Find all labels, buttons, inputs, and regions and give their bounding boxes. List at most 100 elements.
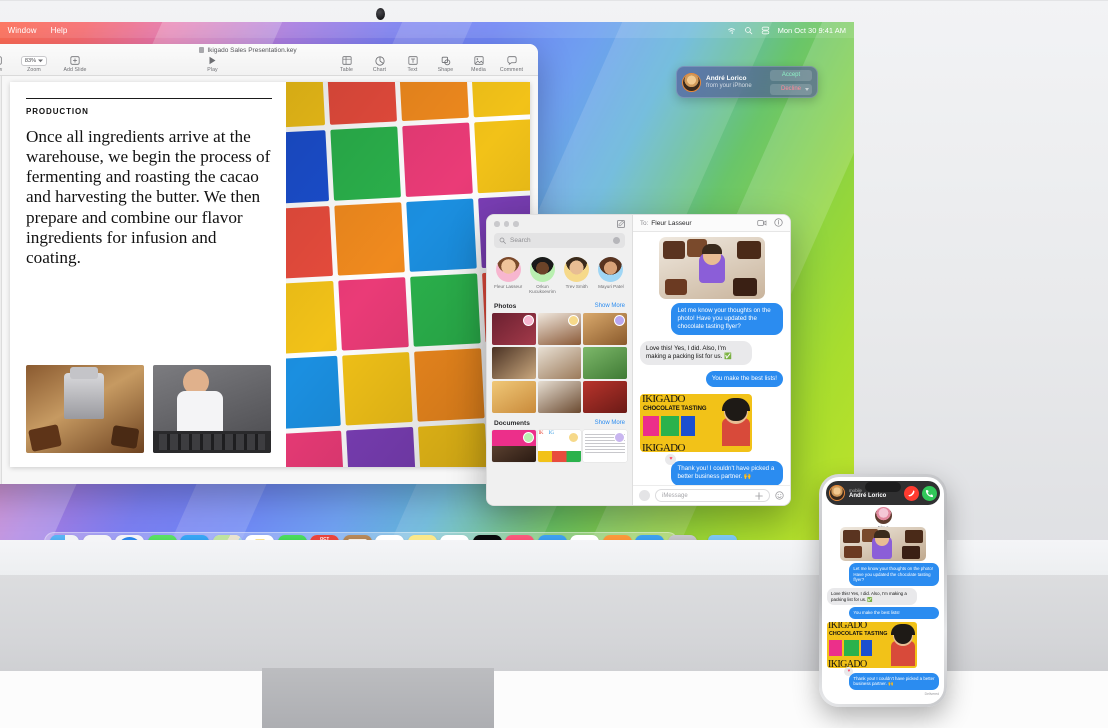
- message-bubble-in[interactable]: Love this! Yes, I did. Also, I'm making …: [640, 341, 752, 366]
- search-row[interactable]: Search: [487, 233, 632, 253]
- keynote-tool-comment[interactable]: Comment: [495, 55, 528, 73]
- photo-cell[interactable]: [492, 346, 536, 379]
- keynote-tool-media[interactable]: Media: [462, 55, 495, 73]
- message-bubble-out[interactable]: You make the best lists!: [705, 371, 783, 388]
- incoming-call-banner[interactable]: mobile André Lorico: [826, 481, 940, 505]
- chocolatier-photo[interactable]: [153, 365, 271, 453]
- contact-fleur[interactable]: Fleur Lasseur: [492, 257, 524, 295]
- dock-item-music[interactable]: [505, 535, 534, 540]
- clear-icon[interactable]: [613, 237, 620, 244]
- answer-call-icon[interactable]: [922, 485, 937, 501]
- messages-window[interactable]: Search Fleur Lasseur Orkun Kucukoevrim T…: [486, 214, 791, 506]
- tapback-heart-icon[interactable]: ♥: [665, 454, 677, 466]
- menu-bar[interactable]: o Window Help Mon Oct 30 9:41 AM: [0, 22, 854, 38]
- contacts-row[interactable]: Fleur Lasseur Orkun Kucukoevrim Trev Smi…: [487, 253, 632, 301]
- thread-header-actions[interactable]: [757, 215, 783, 232]
- wifi-icon[interactable]: [727, 26, 736, 35]
- message-bubble-out[interactable]: Let me know your thoughts on the photo! …: [671, 303, 783, 336]
- control-center-icon[interactable]: [761, 26, 770, 35]
- emoji-icon[interactable]: [775, 487, 784, 505]
- messages-sidebar[interactable]: Search Fleur Lasseur Orkun Kucukoevrim T…: [487, 215, 633, 505]
- message-bubble-out[interactable]: You make the best lists!: [849, 607, 939, 619]
- contact-orkun[interactable]: Orkun Kucukoevrim: [526, 257, 558, 295]
- dock-item-facetime[interactable]: [277, 535, 307, 540]
- iphone-screen[interactable]: mobile André Lorico Fleur: [822, 477, 944, 704]
- keynote-tool-table[interactable]: Table: [330, 55, 363, 73]
- dock-item-reminders[interactable]: [375, 535, 404, 540]
- message-bubble-out[interactable]: ♥ Thank you! I couldn't have picked a be…: [844, 666, 939, 690]
- close-button[interactable]: [494, 221, 500, 227]
- photo-cell[interactable]: [583, 380, 627, 413]
- ikigado-chocolate-tasting-flyer[interactable]: IKIGADO CHOCOLATE TASTING IKIGADO: [640, 394, 752, 453]
- zoom-button[interactable]: [513, 221, 519, 227]
- dock-item-system-settings[interactable]: [667, 535, 697, 540]
- keynote-tool-text[interactable]: Text: [396, 55, 429, 73]
- minimize-button[interactable]: [503, 221, 509, 227]
- dock-item-pages[interactable]: [602, 535, 632, 540]
- tapback-heart-icon[interactable]: ♥: [844, 666, 854, 676]
- message-thread[interactable]: To: Fleur Lasseur Let me know your thoug…: [633, 215, 790, 505]
- keynote-toolbar[interactable]: Ikigado Sales Presentation.key View 83%: [0, 44, 538, 76]
- compose-icon[interactable]: [617, 220, 625, 228]
- message-bubble-out[interactable]: ♥ Thank you! I couldn't have picked a be…: [665, 454, 783, 485]
- chocolate-memoji-photo[interactable]: [658, 237, 765, 299]
- chocolate-memoji-photo[interactable]: [840, 527, 926, 561]
- keynote-tool-zoom[interactable]: 83% Zoom: [13, 55, 55, 73]
- facetime-video-icon[interactable]: [757, 215, 767, 232]
- apps-icon[interactable]: [639, 490, 650, 501]
- dock-item-calendar[interactable]: OCT 30: [310, 535, 339, 540]
- keynote-tool-chart[interactable]: Chart: [363, 55, 396, 73]
- decline-button[interactable]: Decline: [770, 83, 812, 95]
- dock-item-apple-tv[interactable]: tv: [472, 535, 502, 540]
- photo-cell[interactable]: [492, 380, 536, 413]
- dock[interactable]: OCT 30: [44, 532, 737, 540]
- message-input[interactable]: iMessage: [655, 489, 770, 502]
- dock-item-notes[interactable]: [407, 535, 437, 540]
- dock-item-mail[interactable]: [180, 535, 209, 540]
- message-input-row[interactable]: iMessage: [633, 485, 790, 505]
- dock-item-finder[interactable]: [50, 535, 79, 540]
- contact-trev[interactable]: Trev Smith: [561, 257, 593, 295]
- dock-item-app-store[interactable]: [635, 535, 664, 540]
- contact-mayuri[interactable]: Mayuri Patel: [595, 257, 627, 295]
- dock-item-keynote[interactable]: [537, 535, 567, 540]
- dock-item-trash[interactable]: [740, 535, 769, 540]
- dock-item-messages[interactable]: [147, 535, 177, 540]
- photo-cell[interactable]: [583, 346, 627, 379]
- keynote-tool-add-slide[interactable]: Add Slide: [55, 55, 95, 73]
- keynote-tool-view[interactable]: View: [0, 55, 13, 73]
- search-icon[interactable]: [744, 26, 753, 35]
- window-controls[interactable]: [494, 221, 519, 227]
- dock-item-launchpad[interactable]: [82, 535, 112, 540]
- handoff-call-notification[interactable]: André Lorico from your iPhone Accept Dec…: [676, 66, 818, 98]
- photo-cell[interactable]: [537, 380, 582, 413]
- thread-recipient[interactable]: Fleur Lasseur: [651, 220, 691, 227]
- dock-item-numbers[interactable]: [570, 535, 599, 540]
- menu-bar-clock[interactable]: Mon Oct 30 9:41 AM: [778, 26, 846, 35]
- keynote-tool-play[interactable]: Play: [196, 55, 229, 73]
- photo-cell[interactable]: [537, 312, 582, 345]
- documents-grid[interactable]: IK IG: [487, 429, 632, 462]
- keynote-window[interactable]: Ikigado Sales Presentation.key View 83%: [0, 44, 538, 484]
- keynote-tool-shape[interactable]: Shape: [429, 55, 462, 73]
- notification-actions[interactable]: Accept Decline: [770, 69, 812, 95]
- iphone-device[interactable]: mobile André Lorico Fleur: [819, 474, 947, 707]
- photo-cell[interactable]: [492, 312, 536, 345]
- menu-item-window[interactable]: Window: [1, 26, 44, 35]
- iphone-message-thread[interactable]: Let me know your thoughts on the photo! …: [822, 527, 944, 704]
- document-cell[interactable]: [583, 429, 627, 462]
- photos-show-more[interactable]: Show More: [595, 303, 625, 309]
- photos-grid[interactable]: [487, 312, 632, 413]
- end-call-icon[interactable]: [904, 485, 919, 501]
- zoom-value-box[interactable]: 83%: [20, 55, 48, 66]
- message-bubble-out[interactable]: Let me know your thoughts on the photo! …: [849, 563, 939, 586]
- stickers-icon[interactable]: [755, 487, 763, 505]
- zoom-stepper-icon[interactable]: 83%: [13, 55, 55, 66]
- document-cell[interactable]: [492, 429, 536, 462]
- dock-item-maps[interactable]: [212, 535, 242, 540]
- menu-item-help[interactable]: Help: [44, 26, 75, 35]
- dock-item-photos[interactable]: [245, 535, 274, 540]
- dock-item-downloads-folder[interactable]: [707, 535, 737, 540]
- dock-item-freeform[interactable]: [440, 535, 469, 540]
- slide-canvas[interactable]: PRODUCTION Once all ingredients arrive a…: [2, 76, 538, 484]
